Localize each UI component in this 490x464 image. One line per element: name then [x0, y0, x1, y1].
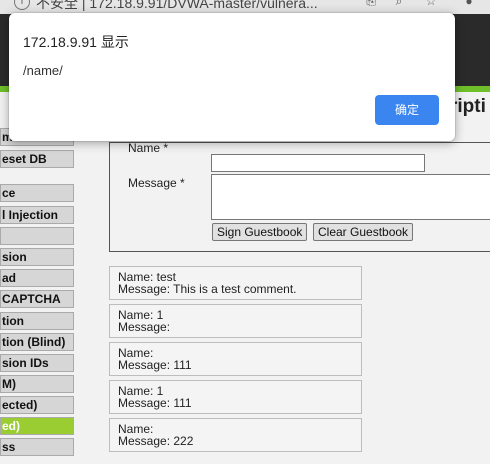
extension-icon[interactable]: ●	[462, 0, 476, 8]
guestbook-entry: Name: test Message: This is a test comme…	[109, 266, 362, 300]
sidebar-item-session-ids[interactable]: sion IDs	[0, 354, 74, 372]
share-icon[interactable]: ⎘	[364, 0, 378, 8]
page-title: ripti	[450, 96, 486, 117]
dialog-ok-button[interactable]: 确定	[375, 95, 439, 125]
entry-message: Message: This is a test comment.	[118, 282, 297, 296]
guestbook-entry: Name: 1 Message: 111	[109, 380, 362, 414]
sidebar-item-captcha[interactable]: CAPTCHA	[0, 290, 74, 308]
address-bar[interactable]: 不安全 | 172.18.9.91/DVWA-master/vulnera...	[36, 0, 318, 13]
sidebar-item-reset-db[interactable]: eset DB	[0, 150, 74, 168]
sidebar-item-xss-dom[interactable]: M)	[0, 375, 74, 393]
name-input[interactable]	[211, 154, 425, 172]
sidebar-item[interactable]: ce	[0, 184, 74, 202]
sidebar-item-upload[interactable]: ad	[0, 269, 74, 287]
sidebar-item[interactable]: sion	[0, 248, 74, 266]
sidebar-item-blind[interactable]: tion (Blind)	[0, 333, 74, 351]
guestbook-entry: Name: Message: 222	[109, 418, 362, 452]
entry-message: Message: 111	[118, 396, 192, 410]
entry-message: Message: 111	[118, 358, 192, 372]
clear-guestbook-button[interactable]: Clear Guestbook	[313, 223, 414, 241]
entry-message: Message: 222	[118, 434, 194, 448]
message-textarea[interactable]	[211, 174, 490, 220]
entry-message: Message:	[118, 320, 171, 334]
guestbook-entry: Name: Message: 111	[109, 342, 362, 376]
info-icon[interactable]: i	[14, 0, 30, 10]
search-icon[interactable]: ⌕	[392, 0, 406, 8]
sidebar-item-xss-reflected[interactable]: ected)	[0, 396, 74, 414]
dialog-message: /name/	[23, 63, 63, 78]
guestbook-entry: Name: 1 Message:	[109, 304, 362, 338]
name-label: Name *	[128, 141, 169, 155]
dialog-title: 172.18.9.91 显示	[23, 34, 129, 50]
sidebar-item-xss-stored[interactable]: ed)	[0, 417, 74, 435]
message-label: Message *	[128, 176, 185, 190]
sidebar-item[interactable]: ss	[0, 438, 74, 456]
star-icon[interactable]: ☆	[424, 0, 438, 8]
sidebar-item-sql-injection[interactable]: l Injection	[0, 206, 74, 224]
sign-guestbook-button[interactable]: Sign Guestbook	[212, 223, 308, 241]
alert-dialog: 172.18.9.91 显示 /name/ 确定	[9, 13, 455, 141]
sidebar-item[interactable]: tion	[0, 312, 74, 330]
sidebar-item[interactable]	[0, 227, 74, 245]
